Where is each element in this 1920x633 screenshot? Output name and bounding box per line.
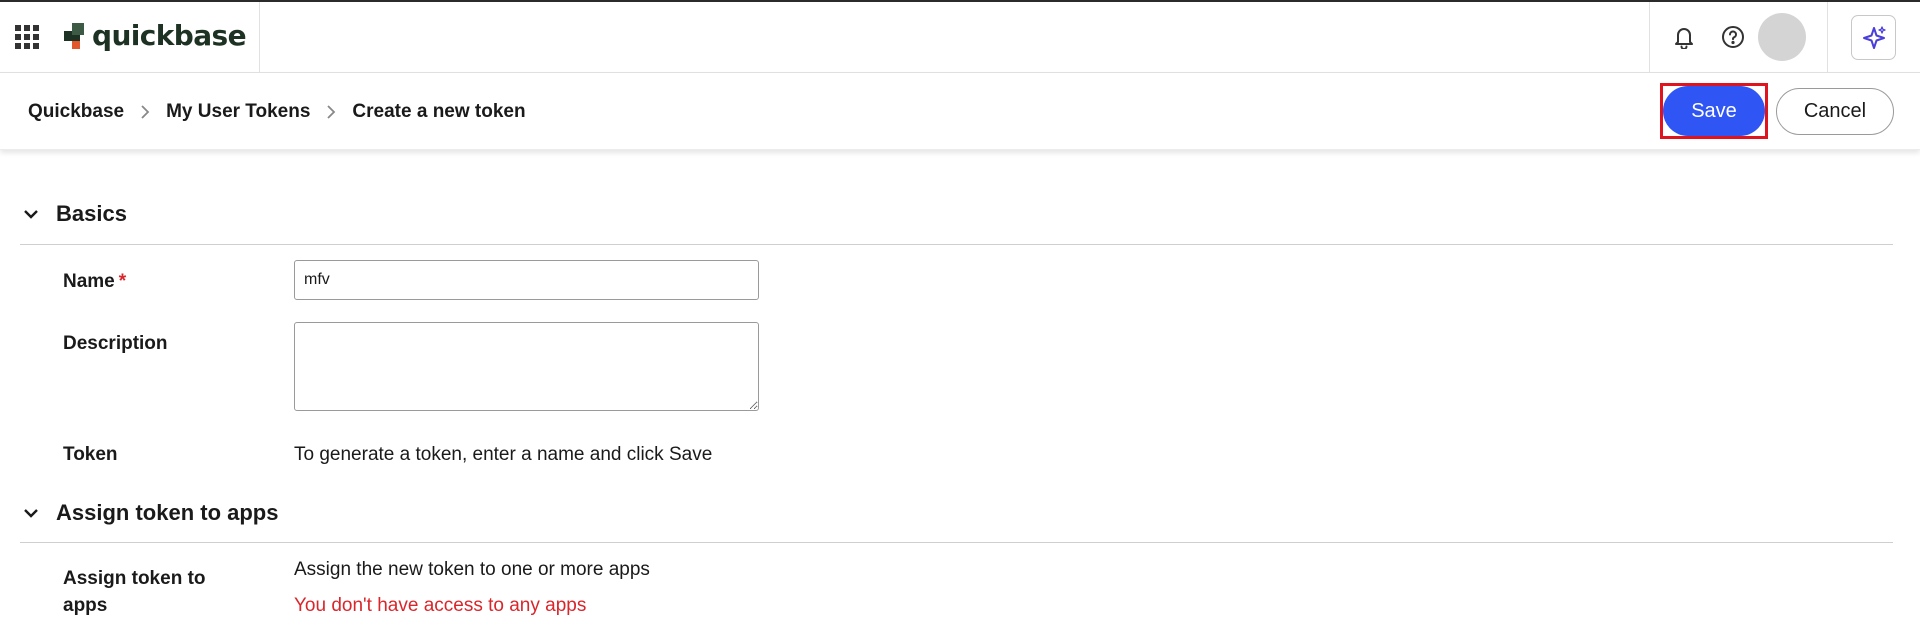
save-button[interactable]: Save [1663,86,1765,136]
description-textarea[interactable] [294,322,759,411]
sparkle-icon[interactable] [1851,15,1896,60]
help-circle-icon[interactable] [1720,24,1746,50]
name-label: Name * [63,268,126,295]
token-label: Token [63,444,118,465]
name-label-text: Name [63,271,115,292]
token-helper-text: To generate a token, enter a name and cl… [294,444,713,465]
breadcrumb-quickbase[interactable]: Quickbase [28,101,124,123]
chevron-right-icon [326,104,336,120]
topbar-divider [1827,2,1828,73]
assign-info-text: Assign the new token to one or more apps [294,559,650,580]
section-title: Assign token to apps [56,500,279,525]
grid-icon[interactable] [14,24,40,50]
top-navigation-bar: quickbase [0,0,1920,73]
breadcrumb: Quickbase My User Tokens Create a new to… [28,73,526,150]
logo-mark-icon [62,23,86,49]
chevron-right-icon [140,104,150,120]
window-top-border [0,0,1920,2]
name-input[interactable] [294,260,759,300]
assign-section-toggle[interactable]: Assign token to apps [20,500,278,526]
logo-text: quickbase [92,19,247,52]
page-header: Quickbase My User Tokens Create a new to… [0,73,1920,150]
section-divider [20,244,1893,245]
no-apps-error-text: You don't have access to any apps [294,595,587,616]
section-title: Basics [56,201,127,226]
section-divider [20,542,1893,543]
required-marker: * [118,271,127,292]
description-label: Description [63,333,168,354]
assign-apps-label: Assign token to apps [63,568,206,616]
breadcrumb-my-user-tokens[interactable]: My User Tokens [166,101,310,123]
chevron-down-icon [20,502,42,524]
user-avatar[interactable] [1758,13,1806,61]
bell-icon[interactable] [1671,24,1697,50]
cancel-button[interactable]: Cancel [1776,88,1894,135]
quickbase-logo[interactable]: quickbase [62,18,247,54]
chevron-down-icon [20,203,42,225]
topbar-divider [259,2,260,73]
topbar-divider [1649,2,1650,73]
breadcrumb-current-page: Create a new token [352,100,526,122]
basics-section-toggle[interactable]: Basics [20,201,127,227]
